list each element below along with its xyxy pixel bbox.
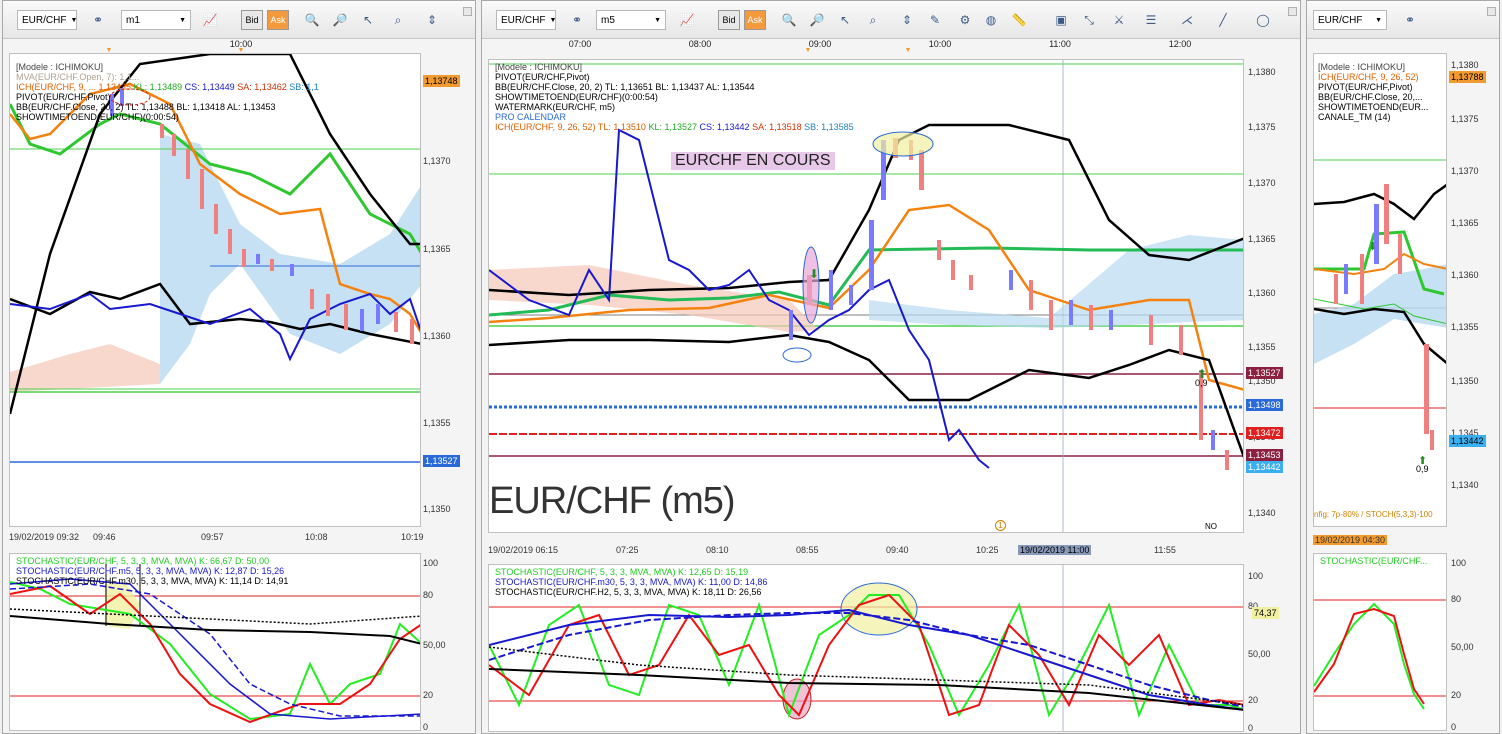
draw-icon[interactable]: ⤡ (1078, 10, 1100, 30)
price-axis: 1,1380 1,1375 1,1370 1,1365 1,1360 1,135… (1451, 60, 1479, 490)
indicator-legend: [Modele : ICHIMOKU] MVA(EUR/CHF.Open, 7)… (16, 62, 319, 122)
zoom-in-icon[interactable]: 🔍 (301, 10, 323, 30)
price-chart[interactable]: [Modele : ICHIMOKU] MVA(EUR/CHF.Open, 7)… (9, 53, 421, 527)
time-marker-icon: ▼ (904, 47, 912, 54)
fit-icon[interactable]: ⇕ (421, 10, 443, 30)
pane-menu-icon[interactable] (463, 7, 472, 16)
chart-pane-m1: EUR/CHF ▼ ⚭ m1 ▼ 📈 Bid Ask 🔍 🔎 ↖ ⌕ ⇕ 10:00… (2, 0, 476, 734)
price-tag-maroon: 1,13453 (1246, 449, 1283, 461)
chevron-down-icon: ▼ (179, 16, 186, 24)
chevron-down-icon: ▼ (654, 16, 661, 24)
bid-button[interactable]: Bid (718, 10, 740, 30)
chevron-down-icon: ▼ (70, 16, 78, 24)
arrow-down-icon: ⬇ (1368, 241, 1377, 253)
ruler-icon[interactable]: 📏 (1008, 10, 1030, 30)
chevron-down-icon: ▼ (1375, 16, 1382, 24)
chart-type-icon[interactable]: 📈 (676, 10, 698, 30)
date-axis: 19/02/2019 09:32 09:46 09:57 10:08 10:19 (9, 532, 424, 542)
symbol-select[interactable]: EUR/CHF ▼ (496, 10, 556, 30)
zoom-out-icon[interactable]: 🔎 (329, 10, 351, 30)
date-axis: 19/02/2019 04:30 (1313, 535, 1388, 545)
ask-button[interactable]: Ask (267, 10, 289, 30)
stochastic-chart[interactable]: STOCHASTIC(EUR/CHF, 5, 3, 3, MVA, MVA) K… (488, 564, 1244, 732)
price-chart[interactable]: ⬇ ⬆ [Modele : ICHIMOKU] PIVOT(EUR/CHF,Pi… (488, 59, 1244, 533)
arrow-value-label: 0,9 (1195, 378, 1208, 388)
watermark-label: EURCHF EN COURS (671, 152, 835, 170)
arrow-down-icon: ⬇ (809, 267, 819, 281)
indicator-legend: [Modele : ICHIMOKU] ICH(EUR/CHF, 9, 26, … (1318, 62, 1429, 122)
chart-pane-m5: EUR/CHF ▼ ⚭ m5 ▼ 📈 Bid Ask 🔍 🔎 ↖ ⌕ ⇕ ✎ ⚙ ◍… (481, 0, 1301, 734)
symbol-select[interactable]: EUR/CHF ▼ (17, 10, 77, 30)
stochastic-axis: 100 80 50,00 20 0 (1451, 558, 1474, 732)
stochastic-axis: 100 80 50,00 20 0 (423, 558, 446, 732)
indicator-icon[interactable]: ⚙ (954, 10, 976, 30)
toolbar: EUR/CHF ▼ ⚭ m5 ▼ 📈 Bid Ask 🔍 🔎 ↖ ⌕ ⇕ ✎ ⚙ ◍… (482, 1, 1300, 39)
bid-button[interactable]: Bid (241, 10, 263, 30)
zoom-area-icon[interactable]: ⌕ (387, 10, 409, 30)
price-chart-canvas (10, 54, 420, 463)
time-ruler: 10:00 ▼ ▼ (105, 39, 253, 54)
fit-icon[interactable]: ⇕ (896, 10, 918, 30)
toolbar: EUR/CHF ▼ ⚭ m1 ▼ 📈 Bid Ask 🔍 🔎 ↖ ⌕ ⇕ (3, 1, 475, 39)
highlight-ellipse (840, 582, 918, 636)
ask-button[interactable]: Ask (744, 10, 766, 30)
price-tag-orange: 1,13748 (423, 75, 460, 87)
globe-icon[interactable]: ◍ (980, 10, 1002, 30)
symbol-watermark: EUR/CHF (m5) (489, 480, 736, 522)
fibonacci-icon[interactable]: ⚔ (1108, 10, 1130, 30)
lines-icon[interactable]: ☰ (1140, 10, 1162, 30)
stochastic-chart[interactable]: STOCHASTIC(EUR/CHF... (1313, 553, 1447, 731)
stochastic-legend: STOCHASTIC(EUR/CHF, 5, 3, 3, MVA, MVA) K… (495, 567, 768, 597)
price-tag-blue: 1,13498 (1246, 399, 1283, 411)
stochastic-tag: 74,37 (1252, 607, 1279, 619)
chart-type-icon[interactable]: 📈 (199, 10, 221, 30)
timeframe-select[interactable]: m1 ▼ (121, 10, 191, 30)
chart-pane-h: EUR/CHF ▼ ⚭ ⬇ ⬆ [Modele : ICHIMOKU] ICH(… (1306, 0, 1500, 734)
stochastic-canvas (1314, 599, 1446, 710)
fan-icon[interactable]: ⋌ (1176, 10, 1198, 30)
trendline-icon[interactable]: ╱ (1212, 10, 1234, 30)
time-ruler: 07:00 08:00 09:00 10:00 11:00 12:00 ▼ ▼ (568, 39, 1192, 54)
cursor-icon[interactable]: ↖ (834, 10, 856, 30)
indicator-legend: [Modele : ICHIMOKU] PIVOT(EUR/CHF,Pivot)… (495, 62, 854, 132)
highlight-ellipse (872, 131, 934, 157)
stochastic-chart[interactable]: STOCHASTIC(EUR/CHF, 5, 3, 3, MVA, MVA) K… (9, 553, 421, 731)
price-tag-blue: 1,13527 (423, 455, 460, 467)
link-icon[interactable]: ⚭ (566, 10, 588, 30)
stochastic-legend: STOCHASTIC(EUR/CHF... (1320, 556, 1428, 566)
footer-text: nfig: 7p-80% / STOCH(5,3,3)-100 (1314, 510, 1433, 519)
price-chart-canvas: ⬇ ⬆ (1314, 159, 1446, 467)
note-icon[interactable]: ✎ (924, 10, 946, 30)
highlight-ellipse (782, 347, 812, 363)
calendar-event-icon[interactable]: 1 (995, 520, 1006, 531)
time-marker-icon: ▼ (804, 47, 812, 54)
zoom-out-icon[interactable]: 🔎 (806, 10, 828, 30)
price-tag-cyan: 1,13442 (1246, 461, 1283, 473)
link-icon[interactable]: ⚭ (1399, 10, 1421, 30)
zoom-in-icon[interactable]: 🔍 (778, 10, 800, 30)
chevron-down-icon: ▼ (549, 16, 557, 24)
price-chart[interactable]: ⬇ ⬆ [Modele : ICHIMOKU] ICH(EUR/CHF, 9, … (1313, 53, 1447, 527)
timeframe-select[interactable]: m5 ▼ (596, 10, 666, 30)
highlight-ellipse (802, 246, 820, 324)
price-tag-red: 1,13472 (1246, 427, 1283, 439)
price-tag-maroon: 1,13527 (1246, 367, 1283, 379)
arrow-value-label: 0,9 (1416, 464, 1429, 474)
date-axis: 19/02/2019 06:15 07:25 08:10 08:55 09:40… (488, 545, 1176, 555)
no-news-label: NO NEWS (1205, 522, 1229, 532)
stochastic-axis: 100 80 50,00 20 0 (1248, 571, 1271, 733)
price-tag-cyan: 1,13442 (1449, 435, 1486, 447)
ellipse-icon[interactable]: ◯ (1252, 10, 1274, 30)
cursor-icon[interactable]: ↖ (357, 10, 379, 30)
symbol-select[interactable]: EUR/CHF ▼ (1313, 10, 1387, 30)
price-tag-orange: 1,13788 (1449, 71, 1486, 83)
stochastic-legend: STOCHASTIC(EUR/CHF, 5, 3, 3, MVA, MVA) K… (16, 556, 289, 586)
link-icon[interactable]: ⚭ (87, 10, 109, 30)
image-icon[interactable]: ▣ (1050, 10, 1072, 30)
pane-menu-icon[interactable] (1487, 7, 1496, 16)
toolbar: EUR/CHF ▼ ⚭ (1307, 1, 1499, 39)
zoom-area-icon[interactable]: ⌕ (862, 10, 884, 30)
pane-menu-icon[interactable] (1288, 7, 1297, 16)
